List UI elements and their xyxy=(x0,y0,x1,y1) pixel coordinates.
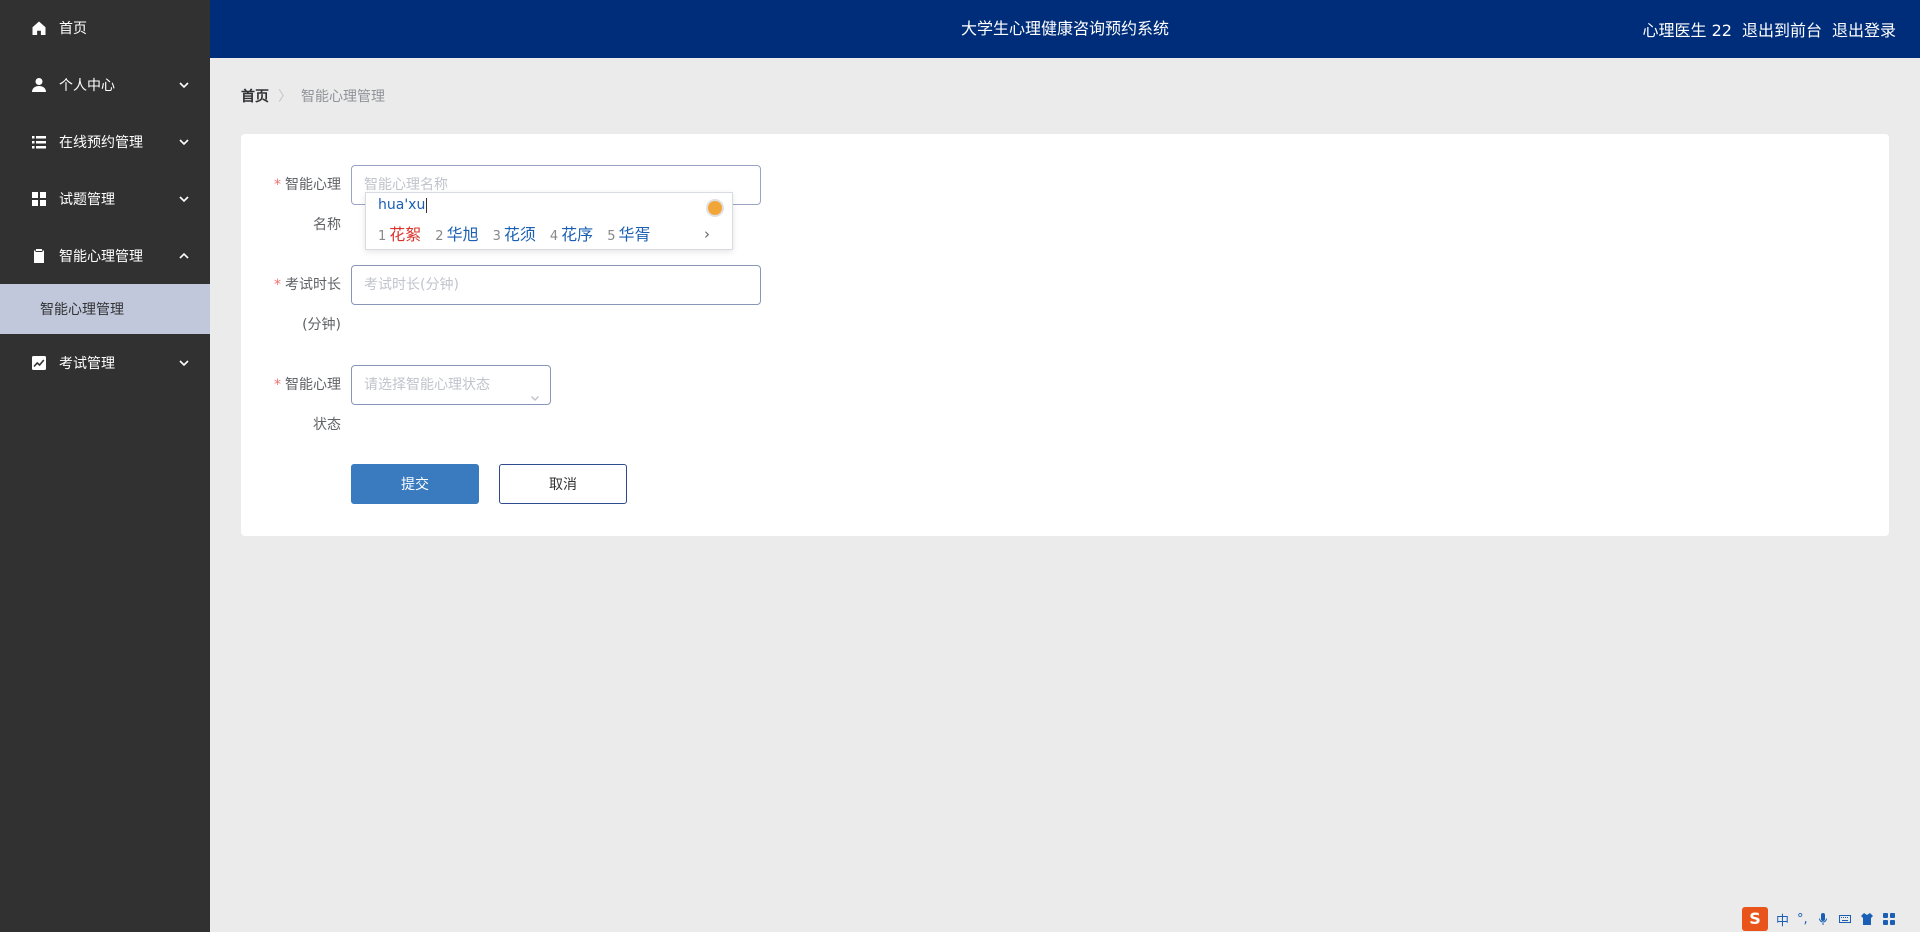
logout-link[interactable]: 退出登录 xyxy=(1832,17,1896,41)
chevron-down-icon xyxy=(178,357,190,369)
grid-icon xyxy=(31,191,47,207)
header-actions: 心理医生 22 退出到前台 退出登录 xyxy=(1643,0,1896,58)
sidebar-item-label: 个人中心 xyxy=(59,77,115,94)
sidebar-item-exam[interactable]: 考试管理 xyxy=(0,334,210,392)
ime-candidate-num: 5 xyxy=(607,229,616,244)
breadcrumb-separator: 〉 xyxy=(278,89,292,105)
ime-punctuation-indicator[interactable]: °, xyxy=(1797,912,1808,927)
required-mark: * xyxy=(274,277,281,293)
ime-candidate-text: 花絮 xyxy=(389,225,422,244)
sidebar-item-questions[interactable]: 试题管理 xyxy=(0,170,210,227)
status-select[interactable]: 请选择智能心理状态 xyxy=(351,365,551,405)
ime-candidate[interactable]: 3 花须 xyxy=(493,221,536,245)
sidebar-item-smart-psych[interactable]: 智能心理管理 xyxy=(0,227,210,284)
ime-candidate-text: 花须 xyxy=(503,225,536,244)
skin-shirt-icon[interactable] xyxy=(1860,912,1874,926)
chevron-down-icon xyxy=(178,193,190,205)
ime-candidate-text: 花序 xyxy=(561,225,594,244)
chart-icon xyxy=(31,355,47,371)
name-label-line1: 智能心理 xyxy=(285,177,341,193)
home-icon xyxy=(31,20,47,36)
sidebar-item-label: 首页 xyxy=(59,21,87,37)
list-icon xyxy=(31,134,47,150)
chevron-up-icon xyxy=(178,250,190,262)
breadcrumb: 首页 〉 智能心理管理 xyxy=(241,86,385,106)
sidebar-item-home[interactable]: 首页 xyxy=(0,0,210,56)
ime-candidate[interactable]: 2 华旭 xyxy=(435,221,478,245)
required-mark: * xyxy=(274,177,281,193)
cancel-button[interactable]: 取消 xyxy=(499,464,627,504)
ime-candidate[interactable]: 5 华胥 xyxy=(607,221,650,245)
name-label-line2: 名称 xyxy=(313,217,341,233)
required-mark: * xyxy=(274,377,281,393)
sidebar-subitem-smart-psych[interactable]: 智能心理管理 xyxy=(0,284,210,334)
duration-label-line1: 考试时长 xyxy=(285,277,341,293)
ime-skin-icon[interactable] xyxy=(706,199,724,217)
ime-next-page-icon[interactable]: › xyxy=(704,225,710,243)
ime-language-indicator[interactable]: 中 xyxy=(1776,910,1789,929)
keyboard-icon[interactable] xyxy=(1838,912,1852,926)
status-label-line2: 状态 xyxy=(313,417,341,433)
ime-candidate-text: 华旭 xyxy=(446,225,479,244)
breadcrumb-current: 智能心理管理 xyxy=(301,89,385,105)
ime-pinyin: hua'xu xyxy=(378,197,428,213)
ime-candidate-num: 3 xyxy=(492,229,501,244)
ime-candidate-num: 1 xyxy=(378,229,387,244)
sidebar-item-label: 智能心理管理 xyxy=(59,248,143,265)
chevron-down-icon xyxy=(530,380,540,402)
duration-label: * 考试时长 (分钟) xyxy=(241,265,341,333)
ime-candidate[interactable]: 1 花絮 xyxy=(378,221,421,245)
current-user: 心理医生 22 xyxy=(1642,21,1732,40)
status-label: * 智能心理 状态 xyxy=(241,365,341,433)
text-caret xyxy=(426,197,428,213)
front-link[interactable]: 退出到前台 xyxy=(1742,17,1822,41)
duration-input[interactable]: 考试时长(分钟) xyxy=(351,265,761,305)
sogou-logo-icon[interactable]: S xyxy=(1742,907,1768,931)
ime-candidate-num: 4 xyxy=(549,229,559,244)
user-icon xyxy=(31,77,47,93)
top-header: 大学生心理健康咨询预约系统 心理医生 22 退出到前台 退出登录 xyxy=(210,0,1920,58)
ime-candidate-text: 华胥 xyxy=(618,225,651,244)
status-select-placeholder: 请选择智能心理状态 xyxy=(364,377,490,393)
duration-label-line2: (分钟) xyxy=(302,317,341,333)
sidebar-item-label: 在线预约管理 xyxy=(59,134,143,151)
ime-candidate-popup: hua'xu 1 花絮 2 华旭 3 花须 4 花序 5 华胥 › xyxy=(365,192,733,250)
sidebar-item-appointment[interactable]: 在线预约管理 xyxy=(0,113,210,170)
sidebar-item-label: 试题管理 xyxy=(59,191,115,208)
name-input-placeholder: 智能心理名称 xyxy=(364,177,448,193)
sidebar-item-profile[interactable]: 个人中心 xyxy=(0,56,210,113)
sidebar-item-label: 考试管理 xyxy=(59,356,115,372)
duration-input-placeholder: 考试时长(分钟) xyxy=(364,277,459,293)
name-label: * 智能心理 名称 xyxy=(241,165,341,233)
ime-candidates: 1 花絮 2 华旭 3 花须 4 花序 5 华胥 xyxy=(378,221,650,245)
ime-pinyin-text: hua'xu xyxy=(378,197,426,213)
breadcrumb-home[interactable]: 首页 xyxy=(241,86,269,106)
ime-candidate-num: 2 xyxy=(435,229,444,244)
status-label-line1: 智能心理 xyxy=(285,377,341,393)
microphone-icon[interactable] xyxy=(1816,912,1830,926)
ime-toolbar: S 中 °, xyxy=(1736,906,1920,932)
apps-grid-icon[interactable] xyxy=(1882,912,1896,926)
submit-button[interactable]: 提交 xyxy=(351,464,479,504)
chevron-down-icon xyxy=(178,136,190,148)
sidebar-subitem-label: 智能心理管理 xyxy=(40,302,124,318)
clipboard-icon xyxy=(31,248,47,264)
ime-candidate[interactable]: 4 花序 xyxy=(550,221,593,245)
chevron-down-icon xyxy=(178,79,190,91)
sidebar: 首页 个人中心 在线预约管理 试题管理 智能心理管理 智能心理管理 考试管理 xyxy=(0,0,210,932)
